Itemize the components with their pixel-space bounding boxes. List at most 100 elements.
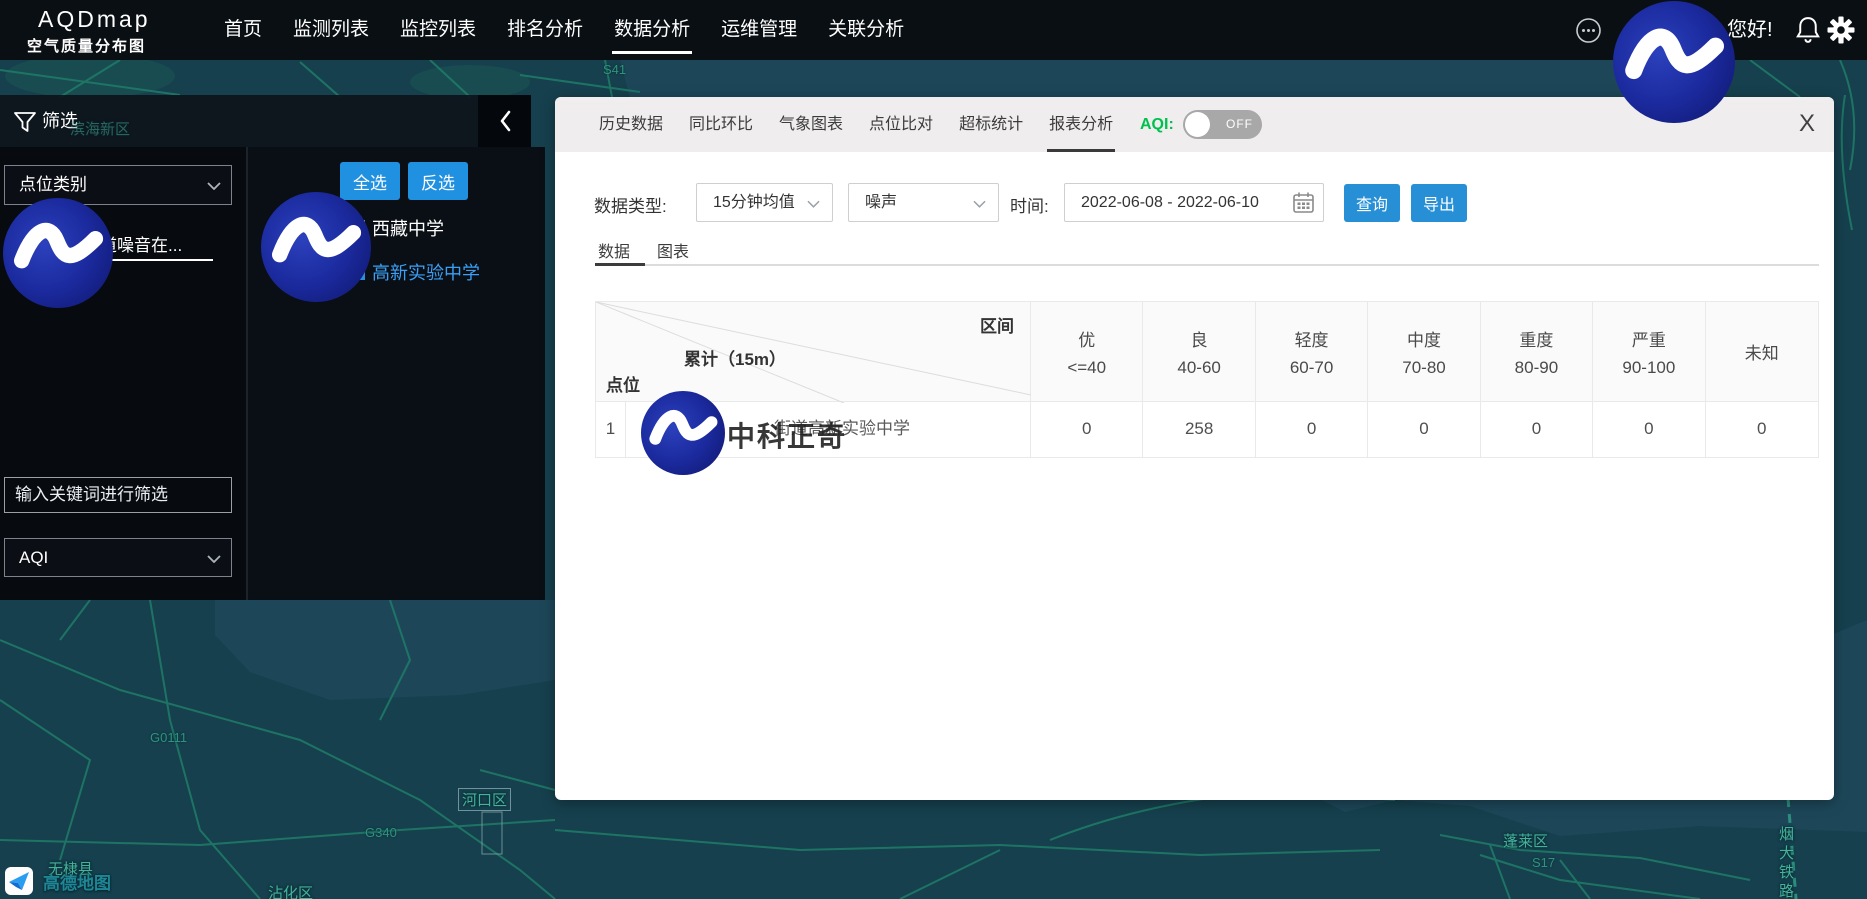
subtab-active-underline <box>595 263 645 266</box>
report-table: 区间 累计（15m） 点位 优 <=40 良 40-60 轻度 60-70 <box>595 301 1819 458</box>
settings-gear-icon[interactable] <box>1827 16 1855 44</box>
panel-tab-bar: 历史数据 同比环比 气象图表 点位比对 超标统计 报表分析 AQI: OFF X <box>555 97 1834 152</box>
nav-item-ops-management[interactable]: 运维管理 <box>719 0 799 60</box>
map-label-zhanhua: 沾化区 <box>268 882 313 899</box>
filter-funnel-icon <box>13 110 37 134</box>
row-value-excellent: 0 <box>1031 402 1143 457</box>
calendar-icon[interactable] <box>1293 192 1314 214</box>
station-checkbox-checked[interactable] <box>349 264 365 280</box>
row-value-mild: 0 <box>1256 402 1368 457</box>
chevron-down-icon <box>207 555 221 563</box>
nav-item-data-analysis[interactable]: 数据分析 <box>612 0 692 60</box>
data-analysis-panel: 历史数据 同比环比 气象图表 点位比对 超标统计 报表分析 AQI: OFF X… <box>555 97 1834 800</box>
nav-item-correlation-analysis[interactable]: 关联分析 <box>826 0 906 60</box>
column-header-good: 良 40-60 <box>1143 302 1255 401</box>
amap-attribution: 高德地图 <box>5 866 111 896</box>
data-type-label: 数据类型: <box>594 192 667 217</box>
column-header-unknown: 未知 <box>1706 302 1818 401</box>
map-label-hekou: 河口区 <box>458 788 511 811</box>
filter-sidebar: 筛选 点位类别 道噪音在... AQI <box>0 95 545 600</box>
chevron-down-icon <box>807 200 820 208</box>
aqi-toggle-label: AQI: <box>1140 116 1174 134</box>
column-header-mild: 轻度 60-70 <box>1256 302 1368 401</box>
amap-logo-icon <box>5 866 35 896</box>
pollutant-value: 噪声 <box>865 184 897 221</box>
keyword-search-input[interactable] <box>4 477 232 513</box>
row-station-cell: 街道高新实验中学 <box>626 402 1031 457</box>
category-select[interactable]: 点位类别 <box>4 165 232 205</box>
row-value-unknown: 0 <box>1706 402 1818 457</box>
date-range-value: 2022-06-08 - 2022-06-10 <box>1081 184 1259 221</box>
chevron-left-icon <box>497 109 513 133</box>
station-item-xizang[interactable]: 西藏中学 <box>349 215 444 241</box>
column-header-heavy: 重度 80-90 <box>1481 302 1593 401</box>
map-label-g340: G340 <box>365 825 397 840</box>
message-icon[interactable] <box>1575 17 1602 44</box>
row-value-moderate: 0 <box>1368 402 1480 457</box>
diagonal-lines <box>596 302 1031 403</box>
greeting-text: 您好! <box>1727 0 1773 60</box>
data-type-select[interactable]: 15分钟均值 <box>696 183 833 222</box>
invert-selection-button[interactable]: 反选 <box>408 162 468 200</box>
toggle-knob <box>1185 112 1210 137</box>
data-type-value: 15分钟均值 <box>713 184 795 221</box>
map-label-g0111: G0111 <box>150 730 187 745</box>
nav-item-home[interactable]: 首页 <box>222 0 264 60</box>
top-navbar: AQDmap 空气质量分布图 首页 监测列表 监控列表 排名分析 数据分析 运维… <box>0 0 1867 60</box>
nav-item-ranking-analysis[interactable]: 排名分析 <box>505 0 585 60</box>
station-checkbox[interactable] <box>349 220 365 236</box>
table-corner-cell: 区间 累计（15m） 点位 <box>596 302 1031 401</box>
subtab-data[interactable]: 数据 <box>598 238 630 262</box>
category-select-value: 点位类别 <box>19 166 87 204</box>
row-value-heavy: 0 <box>1481 402 1593 457</box>
table-header-row: 区间 累计（15m） 点位 优 <=40 良 40-60 轻度 60-70 <box>595 301 1819 402</box>
select-all-button[interactable]: 全选 <box>340 162 400 200</box>
nav-item-surveillance-list[interactable]: 监控列表 <box>398 0 478 60</box>
export-button[interactable]: 导出 <box>1411 184 1467 222</box>
corner-label-interval: 区间 <box>980 312 1014 337</box>
map-label-penglai: 蓬莱区 <box>1503 830 1548 851</box>
map-label-railway: 烟大铁路 <box>1775 826 1796 899</box>
metric-select-value: AQI <box>19 539 48 577</box>
aqi-toggle-switch[interactable]: OFF <box>1183 110 1262 139</box>
station-item-gaoxin[interactable]: 高新实验中学 <box>349 259 480 285</box>
metric-select[interactable]: AQI <box>4 538 232 577</box>
amap-attribution-text: 高德地图 <box>43 869 111 894</box>
column-header-moderate: 中度 70-80 <box>1368 302 1480 401</box>
app-logo-subtitle: 空气质量分布图 <box>27 35 146 56</box>
chevron-down-icon <box>973 200 986 208</box>
station-name: 高新实验中学 <box>372 259 480 285</box>
row-value-good: 258 <box>1143 402 1255 457</box>
category-item-active-underline <box>100 259 213 261</box>
corner-label-cumulative: 累计（15m） <box>684 345 786 370</box>
map-label-binhai: 滨海新区 <box>70 118 130 139</box>
column-header-excellent: 优 <=40 <box>1031 302 1143 401</box>
tab-history-data[interactable]: 历史数据 <box>599 97 663 152</box>
sidebar-divider <box>246 147 248 600</box>
map-label-s17: S17 <box>1532 855 1555 870</box>
pollutant-select[interactable]: 噪声 <box>848 183 999 222</box>
row-index-cell: 1 <box>596 402 626 457</box>
category-list-item-noise[interactable]: 道噪音在... <box>100 231 182 256</box>
subtab-chart[interactable]: 图表 <box>657 238 689 262</box>
app-logo-title: AQDmap <box>38 6 151 33</box>
chevron-down-icon <box>207 182 221 190</box>
tab-weather-charts[interactable]: 气象图表 <box>779 97 843 152</box>
column-header-severe: 严重 90-100 <box>1593 302 1705 401</box>
row-value-severe: 0 <box>1593 402 1705 457</box>
tab-site-comparison[interactable]: 点位比对 <box>869 97 933 152</box>
map-label-s41: S41 <box>603 62 626 77</box>
table-row[interactable]: 1 街道高新实验中学 0 258 0 0 0 0 0 <box>595 402 1819 458</box>
sidebar-collapse-button[interactable] <box>478 95 531 147</box>
tab-report-analysis[interactable]: 报表分析 <box>1049 97 1113 152</box>
corner-label-site: 点位 <box>606 371 640 396</box>
notifications-bell-icon[interactable] <box>1795 16 1821 44</box>
close-panel-button[interactable]: X <box>1792 109 1822 139</box>
nav-item-monitor-list[interactable]: 监测列表 <box>291 0 371 60</box>
query-button[interactable]: 查询 <box>1344 184 1400 222</box>
subtab-divider-line <box>595 264 1819 266</box>
date-range-input[interactable]: 2022-06-08 - 2022-06-10 <box>1064 183 1324 222</box>
tab-yoy-comparison[interactable]: 同比环比 <box>689 97 753 152</box>
time-label: 时间: <box>1010 192 1049 217</box>
tab-exceedance-stats[interactable]: 超标统计 <box>959 97 1023 152</box>
